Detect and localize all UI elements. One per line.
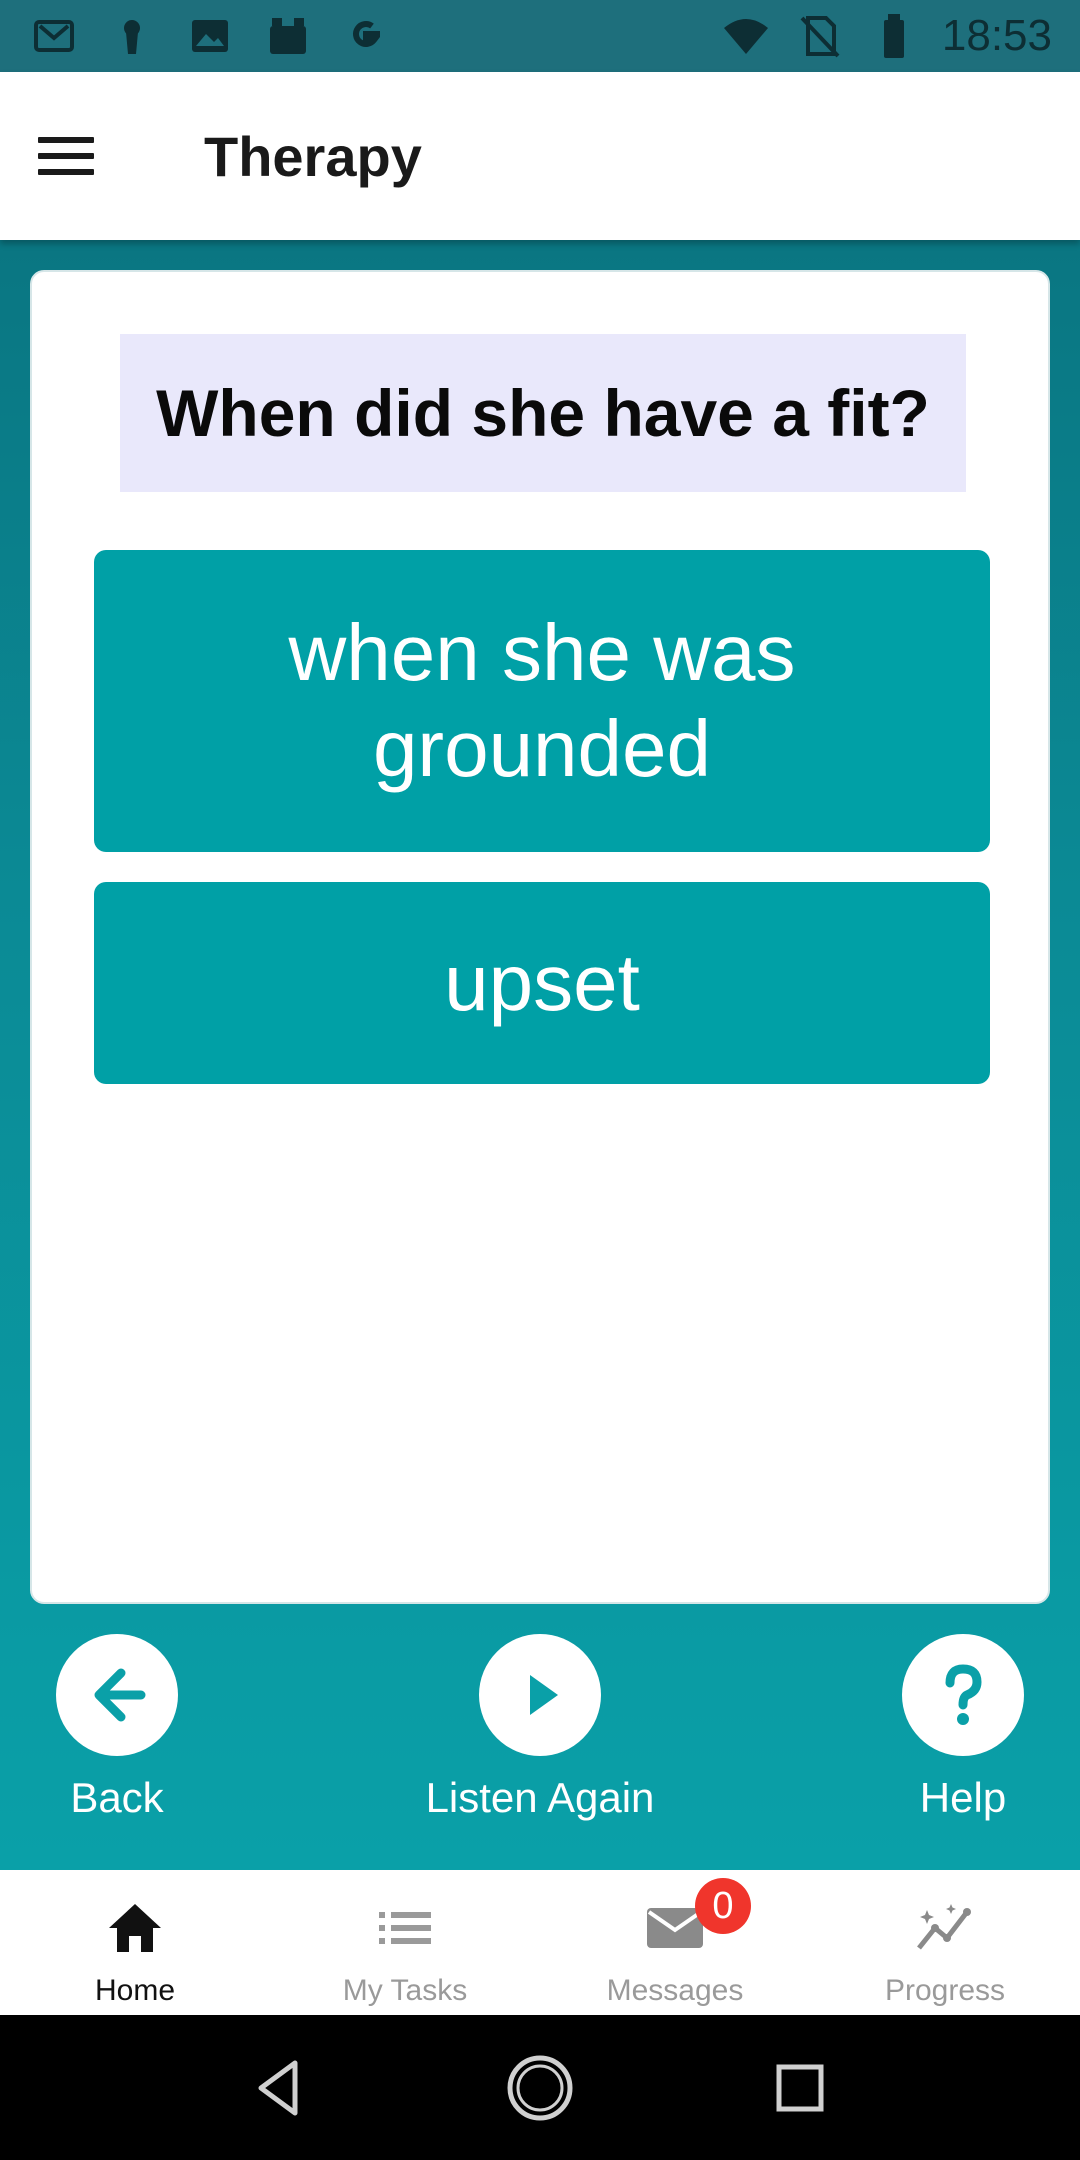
help-label: Help [919,1774,1007,1821]
keyhole-icon [106,10,158,62]
bottom-nav: Home My Tasks 0 Messages Progress [0,1870,1080,2015]
listen-again-button[interactable]: Listen Again [410,1634,670,1822]
answer-2-label: upset [444,938,640,1027]
wifi-icon [720,10,772,62]
exercise-card: When did she have a fit? when she was gr… [30,270,1050,1604]
box-icon [262,10,314,62]
google-g-icon [340,10,392,62]
nav-label-messages: Messages [606,1974,744,2007]
mail-icon: 0 [643,1878,751,1960]
nav-label-my-tasks: My Tasks [342,1974,468,2007]
question-text: When did she have a fit? [156,376,930,450]
system-recents-icon[interactable] [760,2048,840,2128]
back-button[interactable]: Back [0,1634,247,1822]
status-bar: 18:53 [0,0,1080,72]
listen-again-label: Listen Again [425,1774,655,1821]
status-left-icons [28,10,392,62]
answer-1-line-1: when she was [288,608,796,697]
back-label: Back [70,1774,164,1821]
nav-item-my-tasks[interactable]: My Tasks [270,1870,540,2015]
nav-item-home[interactable]: Home [0,1870,270,2015]
nav-item-messages[interactable]: 0 Messages [540,1870,810,2015]
answer-button-2[interactable]: upset [94,882,990,1084]
system-back-icon[interactable] [240,2048,320,2128]
system-nav-bar [0,2015,1080,2160]
hamburger-menu-icon[interactable] [38,116,118,196]
play-icon [479,1634,601,1756]
progress-chart-icon [913,1896,977,1960]
status-right-icons: 18:53 [720,10,1052,62]
answer-1-line-2: grounded [372,704,712,793]
no-sim-icon [794,10,846,62]
page-title: Therapy [204,124,422,188]
gmail-icon [28,10,80,62]
nav-item-progress[interactable]: Progress [810,1870,1080,2015]
help-button[interactable]: Help [833,1634,1080,1822]
messages-badge: 0 [695,1878,751,1934]
list-icon [373,1896,437,1960]
nav-label-progress: Progress [884,1974,1006,2007]
image-icon [184,10,236,62]
home-icon [103,1896,167,1960]
system-home-icon[interactable] [500,2048,580,2128]
question-box: When did she have a fit? [120,334,966,492]
question-mark-icon [902,1634,1024,1756]
nav-label-home: Home [94,1974,176,2007]
app-bar: Therapy [0,72,1080,240]
battery-icon [868,10,920,62]
status-time: 18:53 [941,11,1052,60]
back-arrow-icon [56,1634,178,1756]
main-area: When did she have a fit? when she was gr… [0,240,1080,1870]
answer-button-1[interactable]: when she was grounded [94,550,990,852]
